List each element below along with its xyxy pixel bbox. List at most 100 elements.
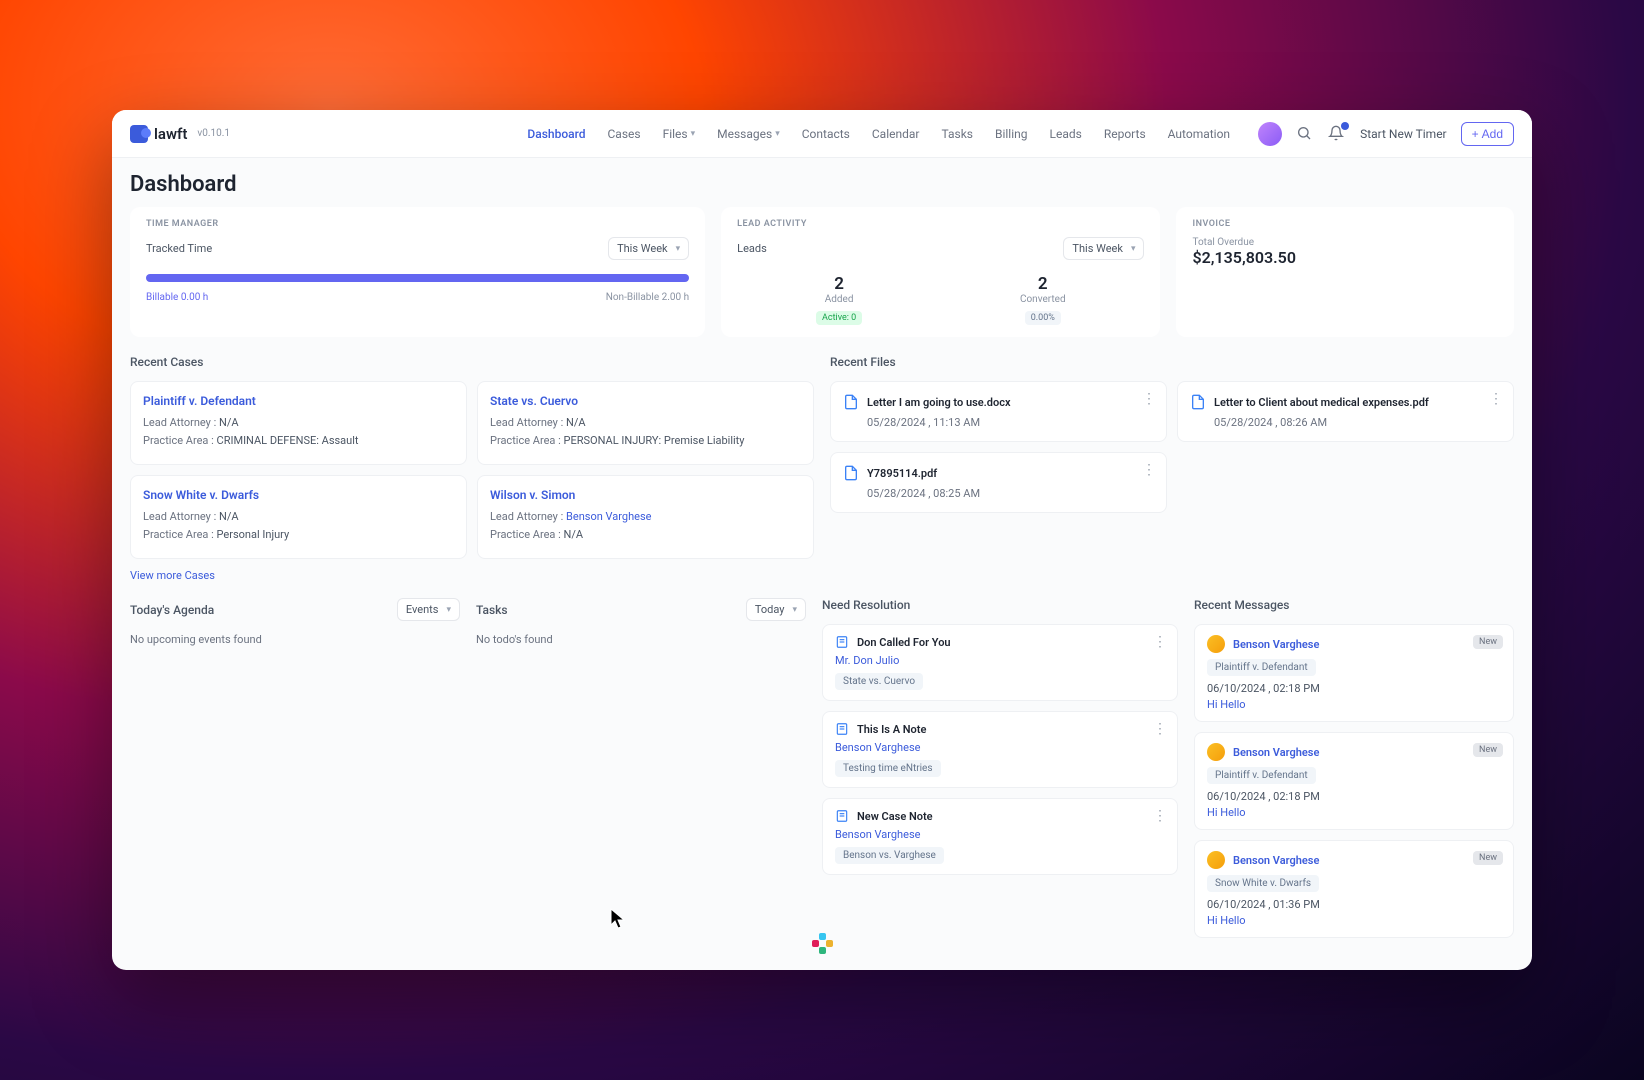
topbar-right: Start New Timer +Add — [1258, 122, 1514, 146]
nav-files[interactable]: Files▾ — [663, 127, 696, 141]
notification-badge — [1341, 122, 1349, 130]
case-card[interactable]: Wilson v. Simon Lead Attorney : Benson V… — [477, 475, 814, 559]
brand: lawft v0.10.1 — [130, 125, 230, 143]
recent-cases-title: Recent Cases — [130, 355, 814, 369]
nav-automation[interactable]: Automation — [1168, 127, 1230, 141]
resolution-panel: Need Resolution Don Called For You Mr. D… — [822, 598, 1178, 948]
message-sender-link[interactable]: Benson Varghese — [1233, 854, 1319, 867]
case-area: Practice Area : Personal Injury — [143, 528, 454, 541]
resolution-person-link[interactable]: Benson Varghese — [835, 741, 1165, 754]
message-item[interactable]: Benson Varghese New Plaintiff v. Defenda… — [1194, 624, 1514, 722]
message-item[interactable]: Benson Varghese New Plaintiff v. Defenda… — [1194, 732, 1514, 830]
resolution-case-tag: State vs. Cuervo — [835, 673, 923, 690]
attorney-link[interactable]: Benson Varghese — [566, 510, 651, 523]
note-icon — [835, 722, 849, 736]
agenda-title: Today's Agenda — [130, 603, 214, 617]
summary-row: TIME MANAGER Tracked Time This Week▾ Bil… — [130, 207, 1514, 337]
user-avatar[interactable] — [1258, 122, 1282, 146]
note-icon — [835, 809, 849, 823]
time-manager-panel: TIME MANAGER Tracked Time This Week▾ Bil… — [130, 207, 705, 337]
case-title-link[interactable]: Wilson v. Simon — [490, 488, 801, 502]
case-title-link[interactable]: Snow White v. Dwarfs — [143, 488, 454, 502]
document-icon — [843, 394, 859, 410]
more-icon[interactable]: ⋮ — [1142, 463, 1156, 477]
message-preview-link[interactable]: Hi Hello — [1207, 806, 1501, 819]
message-preview-link[interactable]: Hi Hello — [1207, 698, 1501, 711]
case-card[interactable]: State vs. Cuervo Lead Attorney : N/A Pra… — [477, 381, 814, 465]
nav-billing[interactable]: Billing — [995, 127, 1028, 141]
agenda-range-dropdown[interactable]: Events▾ — [397, 598, 460, 621]
resolution-item[interactable]: Don Called For You Mr. Don Julio State v… — [822, 624, 1178, 701]
file-name-link[interactable]: Letter I am going to use.docx — [867, 396, 1011, 409]
case-title-link[interactable]: Plaintiff v. Defendant — [143, 394, 454, 408]
resolution-item[interactable]: This Is A Note Benson Varghese Testing t… — [822, 711, 1178, 788]
lead-range-dropdown[interactable]: This Week▾ — [1063, 237, 1144, 260]
tasks-empty: No todo's found — [476, 633, 806, 646]
tasks-title: Tasks — [476, 603, 508, 617]
app-window: lawft v0.10.1 Dashboard Cases Files▾ Mes… — [112, 110, 1532, 970]
start-timer-button[interactable]: Start New Timer — [1360, 127, 1447, 141]
cursor-icon — [610, 908, 626, 930]
message-sender-link[interactable]: Benson Varghese — [1233, 746, 1319, 759]
messages-title: Recent Messages — [1194, 598, 1514, 612]
leads-label: Leads — [737, 242, 767, 255]
file-name-link[interactable]: Letter to Client about medical expenses.… — [1214, 396, 1429, 409]
file-card[interactable]: Letter to Client about medical expenses.… — [1177, 381, 1514, 442]
nav-cases[interactable]: Cases — [607, 127, 640, 141]
file-card[interactable]: Y7895114.pdf 05/28/2024 , 08:25 AM ⋮ — [830, 452, 1167, 513]
resolution-item[interactable]: New Case Note Benson Varghese Benson vs.… — [822, 798, 1178, 875]
nav-messages[interactable]: Messages▾ — [717, 127, 780, 141]
message-item[interactable]: Benson Varghese New Snow White v. Dwarfs… — [1194, 840, 1514, 938]
agenda-panel: Today's Agenda Events▾ No upcoming event… — [130, 598, 460, 948]
case-title-link[interactable]: State vs. Cuervo — [490, 394, 801, 408]
search-icon[interactable] — [1296, 125, 1314, 143]
resolution-person-link[interactable]: Mr. Don Julio — [835, 654, 1165, 667]
file-timestamp: 05/28/2024 , 11:13 AM — [867, 416, 1154, 429]
tasks-range-dropdown[interactable]: Today▾ — [746, 598, 806, 621]
avatar-icon — [1207, 851, 1225, 869]
nav-tasks[interactable]: Tasks — [941, 127, 973, 141]
new-badge: New — [1473, 635, 1503, 649]
resolution-subject: This Is A Note — [857, 723, 926, 736]
time-manager-label: TIME MANAGER — [146, 219, 689, 229]
more-icon[interactable]: ⋮ — [1489, 392, 1503, 406]
more-icon[interactable]: ⋮ — [1153, 809, 1167, 823]
document-icon — [1190, 394, 1206, 410]
message-case-tag: Snow White v. Dwarfs — [1207, 875, 1319, 892]
more-icon[interactable]: ⋮ — [1142, 392, 1156, 406]
slack-icon[interactable] — [809, 930, 835, 956]
nav-calendar[interactable]: Calendar — [872, 127, 920, 141]
case-attorney: Lead Attorney : N/A — [143, 510, 454, 523]
nav-leads[interactable]: Leads — [1050, 127, 1082, 141]
page-title: Dashboard — [130, 172, 1514, 197]
message-sender-link[interactable]: Benson Varghese — [1233, 638, 1319, 651]
case-card[interactable]: Snow White v. Dwarfs Lead Attorney : N/A… — [130, 475, 467, 559]
time-range-dropdown[interactable]: This Week▾ — [608, 237, 689, 260]
more-icon[interactable]: ⋮ — [1153, 722, 1167, 736]
nav-dashboard[interactable]: Dashboard — [527, 127, 585, 141]
messages-panel: Recent Messages Benson Varghese New Plai… — [1194, 598, 1514, 948]
leads-added-stat: 2 Added Active: 0 — [816, 274, 862, 325]
add-button[interactable]: +Add — [1461, 122, 1514, 146]
nav-reports[interactable]: Reports — [1104, 127, 1146, 141]
view-more-cases-link[interactable]: View more Cases — [130, 569, 814, 582]
chevron-down-icon: ▾ — [1131, 244, 1136, 254]
document-icon — [843, 465, 859, 481]
resolution-subject: New Case Note — [857, 810, 933, 823]
message-case-tag: Plaintiff v. Defendant — [1207, 767, 1316, 784]
more-icon[interactable]: ⋮ — [1153, 635, 1167, 649]
file-timestamp: 05/28/2024 , 08:26 AM — [1214, 416, 1501, 429]
file-name-link[interactable]: Y7895114.pdf — [867, 467, 937, 480]
case-card[interactable]: Plaintiff v. Defendant Lead Attorney : N… — [130, 381, 467, 465]
new-badge: New — [1473, 851, 1503, 865]
nav-contacts[interactable]: Contacts — [802, 127, 850, 141]
chevron-down-icon: ▾ — [676, 244, 681, 254]
file-card[interactable]: Letter I am going to use.docx 05/28/2024… — [830, 381, 1167, 442]
chevron-down-icon: ▾ — [775, 129, 780, 139]
mid-row: Recent Cases Plaintiff v. Defendant Lead… — [130, 355, 1514, 582]
bell-icon[interactable] — [1328, 125, 1346, 143]
resolution-person-link[interactable]: Benson Varghese — [835, 828, 1165, 841]
message-timestamp: 06/10/2024 , 02:18 PM — [1207, 790, 1501, 803]
brand-version: v0.10.1 — [197, 128, 230, 139]
message-preview-link[interactable]: Hi Hello — [1207, 914, 1501, 927]
